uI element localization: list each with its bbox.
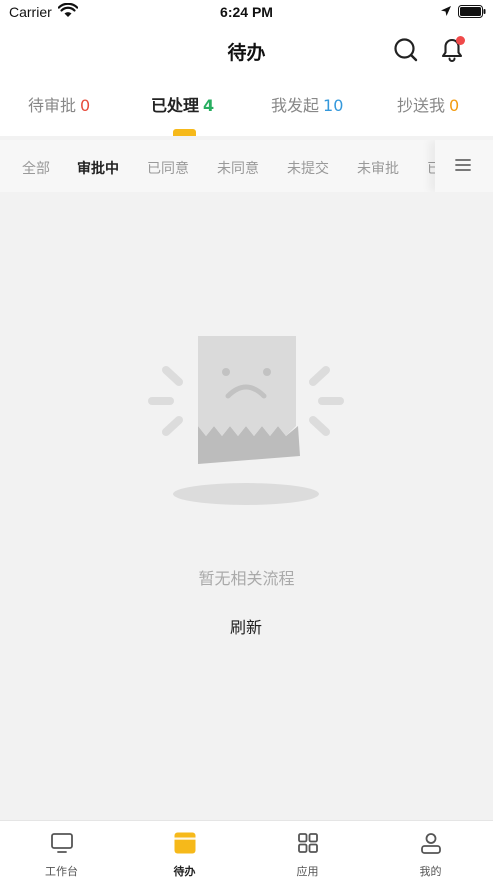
- bottom-tab-mine[interactable]: 我的: [369, 821, 492, 879]
- notification-bell-icon[interactable]: [437, 34, 467, 64]
- monitor-icon: [51, 833, 73, 853]
- bottom-tab-label: 工作台: [45, 865, 78, 878]
- empty-state-message: 暂无相关流程: [198, 569, 295, 588]
- bottom-tab-label: 待办: [173, 865, 196, 878]
- status-time: 6:24 PM: [220, 4, 273, 20]
- battery-icon: [458, 5, 486, 18]
- tab-cc-to-me[interactable]: 抄送我 0: [397, 92, 459, 116]
- tab-processed[interactable]: 已处理 4: [151, 92, 214, 116]
- filter-in-review[interactable]: 审批中: [77, 158, 119, 178]
- filter-rejected[interactable]: 未同意: [217, 158, 259, 178]
- approval-tabs: 待审批 0 已处理 4 我发起 10 抄送我 0: [0, 76, 493, 136]
- filter-approved[interactable]: 已同意: [147, 158, 189, 178]
- grid-icon: [298, 833, 318, 853]
- filter-menu-button[interactable]: [435, 140, 493, 192]
- bottom-tab-apps[interactable]: 应用: [246, 821, 369, 879]
- bottom-tab-label: 应用: [296, 865, 319, 878]
- search-icon[interactable]: [392, 36, 420, 64]
- user-icon: [421, 833, 441, 854]
- filter-all[interactable]: 全部: [22, 158, 50, 178]
- todo-icon: [174, 832, 196, 854]
- refresh-button[interactable]: 刷新: [196, 614, 296, 638]
- bottom-tab-todo[interactable]: 待办: [123, 821, 246, 879]
- bottom-tab-label: 我的: [419, 865, 442, 878]
- menu-icon: [455, 159, 471, 171]
- bottom-tab-workbench[interactable]: 工作台: [0, 821, 123, 879]
- tab-pending-approval[interactable]: 待审批 0: [28, 92, 90, 116]
- filter-not-reviewed[interactable]: 未审批: [357, 158, 399, 178]
- filter-not-submitted[interactable]: 未提交: [287, 158, 329, 178]
- active-tab-indicator: [173, 129, 196, 136]
- tab-initiated-by-me[interactable]: 我发起 10: [271, 92, 343, 116]
- status-filter-bar: 全部 审批中 已同意 未同意 未提交 未审批 已: [0, 140, 493, 192]
- empty-state-illustration: [148, 336, 344, 505]
- nav-bar: 待办: [0, 26, 493, 76]
- location-arrow-icon: [441, 6, 451, 16]
- bottom-tab-bar: 工作台 待办 应用 我的: [0, 820, 493, 879]
- status-bar: Carrier 6:24 PM: [0, 0, 493, 26]
